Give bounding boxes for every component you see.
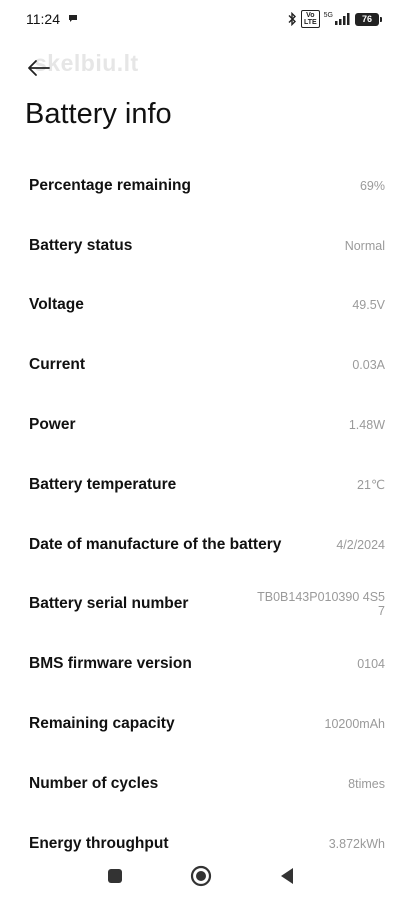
row-value: TB0B143P010390 4S57 bbox=[257, 590, 385, 619]
row-battery-temperature: Battery temperature 21℃ bbox=[0, 455, 405, 515]
row-value: Normal bbox=[344, 238, 385, 253]
row-remaining-capacity: Remaining capacity 10200mAh bbox=[0, 694, 405, 754]
row-label: Battery status bbox=[29, 236, 133, 254]
row-value: 1.48W bbox=[348, 418, 385, 433]
back-nav-button[interactable] bbox=[275, 864, 299, 888]
signal-icon bbox=[335, 13, 350, 25]
recents-button[interactable] bbox=[103, 864, 127, 888]
row-battery-status: Battery status Normal bbox=[0, 216, 405, 276]
row-voltage: Voltage 49.5V bbox=[0, 276, 405, 336]
status-icons: Vo LTE 5G 76 bbox=[288, 10, 382, 28]
message-icon bbox=[69, 15, 77, 22]
row-value: 69% bbox=[359, 178, 385, 193]
arrow-left-icon bbox=[28, 60, 50, 76]
row-value: 4/2/2024 bbox=[336, 537, 385, 552]
back-icon bbox=[281, 868, 293, 884]
row-label: Energy throughput bbox=[29, 834, 169, 852]
bluetooth-icon bbox=[288, 12, 296, 26]
row-label: Battery serial number bbox=[29, 595, 189, 613]
volte-icon: Vo LTE bbox=[300, 10, 320, 28]
row-current: Current 0.03A bbox=[0, 335, 405, 395]
status-time: 11:24 bbox=[26, 11, 60, 27]
row-value: 21℃ bbox=[357, 477, 385, 492]
row-value: 49.5V bbox=[352, 298, 385, 313]
row-label: Voltage bbox=[29, 296, 84, 314]
battery-icon: 76 bbox=[355, 12, 382, 26]
recents-icon bbox=[108, 869, 122, 883]
page-title: Battery info bbox=[25, 98, 172, 130]
battery-info-list: Percentage remaining 69% Battery status … bbox=[0, 156, 405, 874]
row-value: 0.03A bbox=[352, 358, 385, 373]
navigation-bar bbox=[0, 856, 405, 900]
home-button[interactable] bbox=[189, 864, 213, 888]
back-button[interactable] bbox=[24, 54, 54, 82]
row-number-of-cycles: Number of cycles 8times bbox=[0, 754, 405, 814]
row-value: 10200mAh bbox=[324, 717, 385, 732]
network-type: 5G bbox=[323, 11, 333, 19]
row-label: Power bbox=[29, 416, 76, 434]
row-bms-firmware-version: BMS firmware version 0104 bbox=[0, 634, 405, 694]
row-label: Percentage remaining bbox=[29, 176, 191, 194]
row-label: Number of cycles bbox=[29, 774, 159, 792]
row-label: Remaining capacity bbox=[29, 715, 175, 733]
row-label: Current bbox=[29, 356, 85, 374]
status-bar: 11:24 Vo LTE 5G 76 bbox=[0, 0, 405, 38]
row-power: Power 1.48W bbox=[0, 395, 405, 455]
row-percentage-remaining: Percentage remaining 69% bbox=[0, 156, 405, 216]
row-value: 8times bbox=[348, 776, 385, 791]
home-icon bbox=[190, 865, 212, 887]
row-label: BMS firmware version bbox=[29, 655, 192, 673]
row-label: Battery temperature bbox=[29, 475, 177, 493]
row-value: 0104 bbox=[357, 657, 385, 672]
row-date-of-manufacture: Date of manufacture of the battery 4/2/2… bbox=[0, 515, 405, 575]
row-battery-serial-number: Battery serial number TB0B143P010390 4S5… bbox=[0, 575, 405, 635]
row-label: Date of manufacture of the battery bbox=[29, 535, 282, 553]
row-value: 3.872kWh bbox=[328, 836, 385, 851]
